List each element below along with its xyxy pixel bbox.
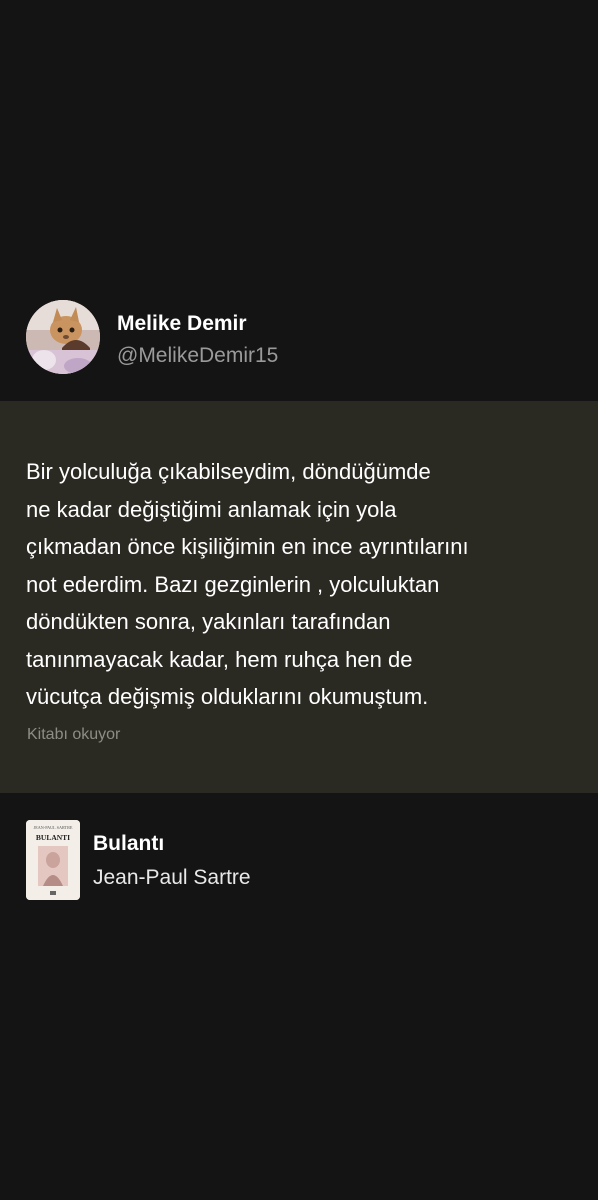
- avatar[interactable]: [26, 300, 100, 374]
- quote-line: Bir yolculuğa çıkabilseydim, döndüğümde: [26, 459, 431, 484]
- quote-line: tanınmayacak kadar, hem ruhça hen de: [26, 646, 413, 672]
- quote-card: Bir yolculuğa çıkabilseydim, döndüğümde …: [0, 401, 598, 793]
- share-card: Melike Demir @MelikeDemir15 Bir yolculuğ…: [0, 0, 598, 1200]
- quote-text: Bir yolculuğa çıkabilseydim, döndüğümde …: [26, 453, 576, 716]
- quote-line: ne kadar değiştiğimi anlamak için yola: [26, 496, 397, 522]
- quote-line: vücutça değişmiş olduklarını okumuştum.: [26, 684, 429, 709]
- user-profile[interactable]: Melike Demir @MelikeDemir15: [26, 300, 566, 376]
- book-cover-image: JEAN-PAUL SARTRE BULANTI: [26, 820, 80, 900]
- profile-photo-icon: [26, 300, 100, 374]
- quote-line: döndükten sonra, yakınları tarafından: [26, 609, 391, 634]
- quote-line: çıkmadan önce kişiliğimin en ince ayrınt…: [26, 534, 469, 559]
- book-title[interactable]: Bulantı: [93, 832, 164, 856]
- cover-title-caption: BULANTI: [36, 833, 70, 842]
- book-author[interactable]: Jean-Paul Sartre: [93, 866, 251, 890]
- user-handle[interactable]: @MelikeDemir15: [117, 344, 278, 368]
- reading-status: Kitabı okuyor: [27, 726, 121, 743]
- cover-author-caption: JEAN-PAUL SARTRE: [34, 825, 73, 830]
- book-info[interactable]: JEAN-PAUL SARTRE BULANTI Bulantı Jean-Pa…: [26, 820, 566, 902]
- book-cover[interactable]: JEAN-PAUL SARTRE BULANTI: [26, 820, 80, 900]
- quote-line: not ederdim. Bazı gezginlerin , yolculuk…: [26, 571, 440, 597]
- user-name[interactable]: Melike Demir: [117, 312, 247, 336]
